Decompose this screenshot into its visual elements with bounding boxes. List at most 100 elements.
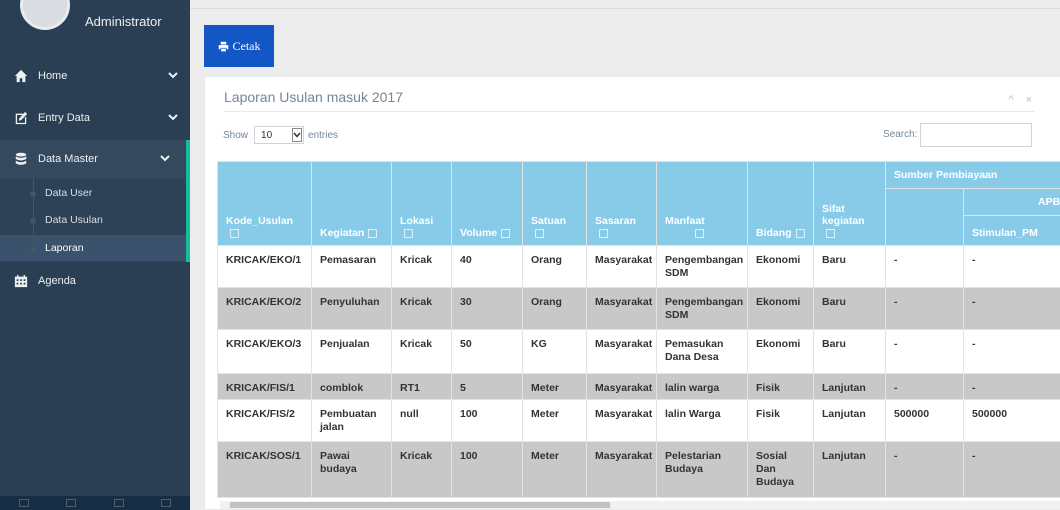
- cell: Penyuluhan: [311, 287, 392, 330]
- group-header-sumber-pembiayaan: Sumber Pembiayaan: [884, 161, 1060, 189]
- chevron-down-icon: [168, 114, 178, 121]
- sidebar-subitem-laporan[interactable]: Laporan: [0, 235, 186, 261]
- cell: 500000: [885, 399, 964, 442]
- sort-icon: [795, 228, 805, 238]
- sort-icon: [599, 228, 608, 238]
- panel-tools: ^ ×: [999, 94, 1032, 106]
- cell: Kricak: [391, 441, 452, 498]
- cell: 5: [451, 373, 523, 400]
- table-row[interactable]: KRICAK/FIS/1 comblok RT1 5 Meter Masyarakat la…: [217, 373, 1060, 400]
- column-header[interactable]: Bidang: [747, 161, 814, 246]
- table-row[interactable]: KRICAK/FIS/2 Pembuatan jalan null 100 Meter M…: [217, 399, 1060, 442]
- sidebar-subitem-data-usulan[interactable]: Data Usulan: [0, 207, 186, 233]
- cell: RT1: [391, 373, 452, 400]
- collapse-icon[interactable]: ^: [1008, 94, 1013, 106]
- sidebar-item-label: Data Master: [38, 153, 98, 165]
- table-row[interactable]: KRICAK/EKO/2 Penyuluhan Kricak 30 Orang Masya…: [217, 287, 1060, 330]
- table-row[interactable]: KRICAK/EKO/1 Pemasaran Kricak 40 Orang Masyar…: [217, 245, 1060, 288]
- cell: Sosial Dan Budaya: [747, 441, 814, 498]
- cell: KRICAK/EKO/1: [217, 245, 312, 288]
- column-header[interactable]: Satuan: [522, 161, 587, 246]
- cell: Pemasukan Dana Desa: [656, 329, 748, 374]
- sidebar-item-entry-data[interactable]: Entry Data: [0, 101, 190, 135]
- footer-settings-icon[interactable]: [18, 499, 29, 507]
- cell: 50: [451, 329, 523, 374]
- cell: Masyarakat: [586, 373, 657, 400]
- cell: -: [885, 245, 964, 288]
- cell: Masyarakat: [586, 441, 657, 498]
- column-header[interactable]: Lokasi: [391, 161, 452, 246]
- column-header[interactable]: Volume: [451, 161, 523, 246]
- cell: Meter: [522, 399, 587, 442]
- subitem-label: Data User: [45, 187, 93, 199]
- sidebar-item-data-master[interactable]: Data Master: [0, 140, 190, 178]
- column-header-cell: [885, 188, 964, 246]
- calendar-icon: [14, 274, 28, 288]
- sort-icon: [826, 228, 835, 238]
- footer-fullscreen-icon[interactable]: [66, 499, 77, 507]
- sidebar-item-home[interactable]: Home: [0, 59, 190, 93]
- cell: 100: [451, 441, 523, 498]
- cetak-button[interactable]: Cetak: [204, 25, 274, 67]
- cell: KG: [522, 329, 587, 374]
- cell: 500000: [962, 399, 1060, 442]
- sort-icon: [501, 228, 511, 238]
- user-name: Administrator: [85, 14, 162, 29]
- sidebar-item-agenda[interactable]: Agenda: [0, 264, 190, 298]
- close-icon[interactable]: ×: [1026, 94, 1032, 106]
- cell: KRICAK/FIS/2: [217, 399, 312, 442]
- sort-icon: [535, 228, 544, 238]
- cell: Fisik: [747, 399, 814, 442]
- sidebar-footer: [0, 496, 190, 510]
- entries-select[interactable]: 10: [254, 126, 305, 144]
- cell: Baru: [813, 287, 886, 330]
- sidebar-item-label: Home: [38, 70, 68, 82]
- panel-divider: [224, 111, 1034, 112]
- cell: Kricak: [391, 329, 452, 374]
- table-row[interactable]: KRICAK/SOS/1 Pawai budaya Kricak 100 Meter Ma…: [217, 441, 1060, 498]
- cell: KRICAK/FIS/1: [217, 373, 312, 400]
- cell: Meter: [522, 441, 587, 498]
- cell: Masyarakat: [586, 399, 657, 442]
- cell: Meter: [522, 373, 587, 400]
- cell: -: [885, 287, 964, 330]
- sidebar-item-label: Agenda: [38, 275, 76, 287]
- search-input[interactable]: [920, 123, 1032, 147]
- column-header[interactable]: Kode_Usulan: [217, 161, 312, 246]
- column-header[interactable]: Kegiatan: [311, 161, 392, 246]
- footer-lock-icon[interactable]: [113, 499, 124, 507]
- sort-icon: [404, 228, 413, 238]
- cell: null: [391, 399, 452, 442]
- cell: 100: [451, 399, 523, 442]
- cell: lalin Warga: [656, 399, 748, 442]
- cell: -: [962, 245, 1060, 288]
- chevron-down-icon: [292, 128, 303, 142]
- scrollbar-thumb[interactable]: [230, 502, 610, 508]
- database-icon: [15, 152, 27, 165]
- chevron-down-icon: [168, 72, 178, 79]
- column-header[interactable]: Sifat kegiatan: [813, 161, 886, 246]
- cell: Baru: [813, 329, 886, 374]
- cell: 30: [451, 287, 523, 330]
- horizontal-scrollbar[interactable]: [220, 501, 1060, 509]
- column-header[interactable]: Sasaran: [586, 161, 657, 246]
- sort-icon: [368, 228, 378, 238]
- avatar[interactable]: [20, 0, 70, 30]
- cell: Masyarakat: [586, 329, 657, 374]
- sort-icon: [230, 228, 239, 238]
- cell: Fisik: [747, 373, 814, 400]
- entries-label: entries: [308, 129, 339, 141]
- footer-logout-icon[interactable]: [161, 499, 172, 507]
- cell: Pengembangan SDM: [656, 287, 748, 330]
- cell: Pengembangan SDM: [656, 245, 748, 288]
- edit-icon: [15, 111, 28, 125]
- cell: Masyarakat: [586, 245, 657, 288]
- cell: Pawai budaya: [311, 441, 392, 498]
- cell: -: [885, 441, 964, 498]
- sidebar-subitem-data-user[interactable]: Data User: [0, 180, 186, 206]
- search-label: Search:: [883, 129, 918, 140]
- cell: -: [962, 441, 1060, 498]
- column-header[interactable]: Manfaat: [656, 161, 748, 246]
- column-header[interactable]: Stimulan_PM: [962, 215, 1060, 246]
- table-row[interactable]: KRICAK/EKO/3 Penjualan Kricak 50 KG Masyaraka…: [217, 329, 1060, 374]
